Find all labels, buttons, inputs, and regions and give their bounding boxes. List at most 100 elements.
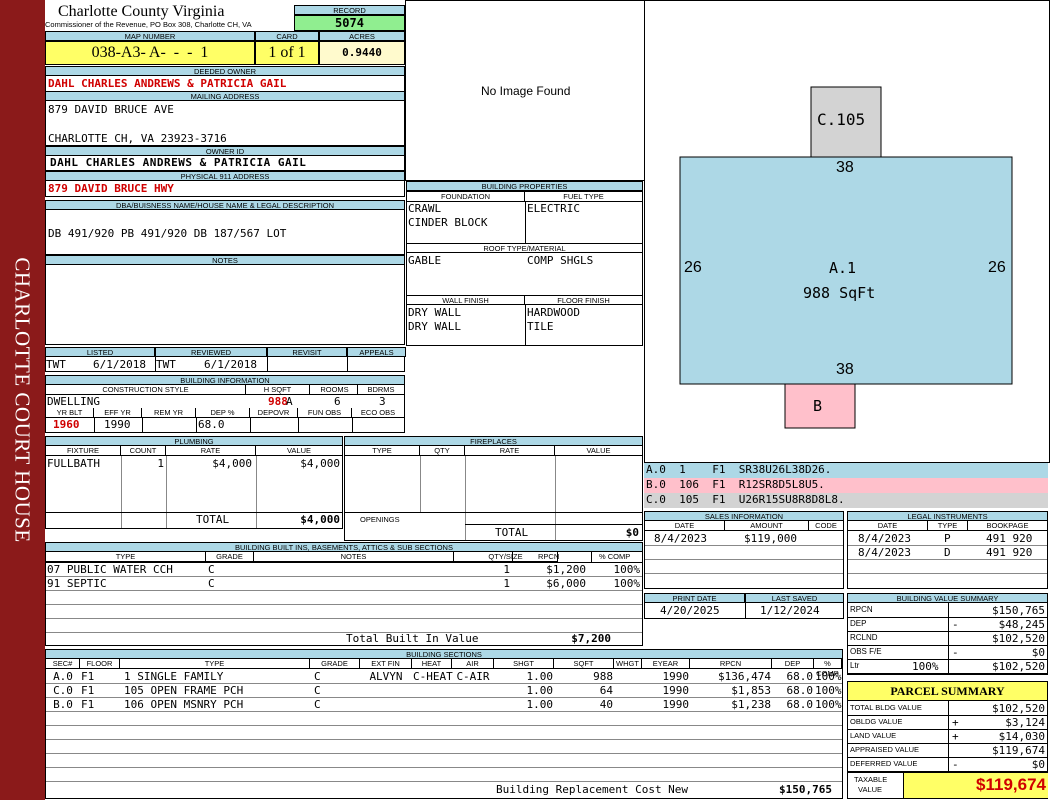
section-cell: 100% (815, 684, 842, 697)
depovr-label: DEPOVR (250, 408, 298, 418)
builtins-grade-header: GRADE (206, 552, 254, 562)
sales-code-header: CODE (809, 521, 843, 531)
record-label: RECORD (294, 5, 405, 15)
sections-total-label: Building Replacement Cost New (496, 783, 689, 796)
section-cell: $1,853 (731, 684, 771, 697)
builtins-total-label: Total Built In Value (346, 632, 479, 645)
section-cell: 40 (599, 698, 613, 711)
section-cell: C (314, 684, 321, 697)
listed-by: TWT (46, 358, 66, 371)
notes-label: NOTES (45, 255, 405, 265)
sketch-codes: A.0 1 F1 SR38U26L38D26. B.0 106 F1 R12SR… (644, 463, 1048, 509)
card-label: CARD (255, 31, 319, 41)
yrblt-value: 1960 (53, 418, 80, 431)
plumbing-fixture-header: FIXTURE (46, 446, 121, 456)
legal-description: DB 491/920 PB 491/920 DB 187/567 LOT (48, 227, 287, 240)
section-cell: 1990 (662, 684, 690, 697)
sales-amount: $119,000 (744, 532, 797, 545)
rooms-value: 6 (334, 395, 341, 408)
side-banner: CHARLOTTE COURT HOUSE (0, 0, 45, 800)
taxable-box: TAXABLE VALUE $119,674 (847, 772, 1048, 799)
sketch-c-label: C.105 (817, 110, 866, 129)
section-cell: C.0 (53, 684, 73, 697)
deeded-owner: DAHL CHARLES ANDREWS & PATRICIA GAIL (48, 77, 287, 90)
floor-finish-label: FLOOR FINISH (525, 295, 642, 305)
reviewed-date: 6/1/2018 (204, 358, 257, 371)
section-cell: 1.00 (526, 698, 554, 711)
section-header: SQFT (554, 659, 614, 669)
parcel-summary-value: $14,030 (998, 730, 1045, 743)
construction-style: DWELLING (47, 395, 100, 408)
section-header: SHGT (494, 659, 554, 669)
builtin-comp: 100% (613, 577, 641, 590)
ecoobs-label: ECO OBS (352, 408, 404, 418)
parcel-summary-key: APPRAISED VALUE (850, 745, 920, 754)
map-number: 038-A3- A- - - 1 (91, 44, 209, 61)
section-header: % COMP (814, 659, 842, 678)
roof-type: GABLE (408, 254, 442, 267)
plumbing-total-label: TOTAL (196, 513, 230, 526)
mailing-address-label: MAILING ADDRESS (45, 91, 405, 101)
section-header: DEP (772, 659, 814, 669)
parcel-summary-key: TOTAL BLDG VALUE (850, 703, 922, 712)
section-header: SEC# (46, 659, 80, 669)
value-summary-key: RPCN (850, 605, 873, 614)
builtin-comp: 100% (613, 563, 641, 576)
section-header: EYEAR (642, 659, 690, 669)
parcel-summary-value: $0 (1031, 758, 1045, 771)
fuel-type: ELECTRIC (527, 202, 580, 215)
revisit-label: REVISIT (267, 347, 347, 357)
section-cell: 64 (599, 684, 613, 697)
builtin-type: 91 SEPTIC (47, 577, 107, 590)
parcel-summary-key: LAND VALUE (850, 731, 897, 740)
taxable-label-1: TAXABLE (854, 775, 888, 784)
review-box: LISTED REVIEWED REVISIT APPEALS TWT 6/1/… (45, 347, 406, 372)
fireplaces-type-header: TYPE (345, 446, 420, 456)
taxable-value: $119,674 (976, 775, 1046, 794)
builtin-qty: 1 (503, 563, 510, 576)
physical-address-box: 879 DAVID BRUCE HWY (45, 181, 405, 197)
builtin-grade: C (208, 563, 215, 576)
physical-address: 879 DAVID BRUCE HWY (48, 182, 174, 195)
plumbing-rate-header: RATE (166, 446, 256, 456)
photo-area: No Image Found (405, 0, 645, 181)
mailing-address-box: 879 DAVID BRUCE AVE CHARLOTTE CH, VA 239… (45, 101, 405, 146)
effyr-label: EFF YR (94, 408, 142, 418)
parcel-summary-value: $102,520 (992, 702, 1045, 715)
fireplaces-total: $0 (625, 526, 639, 539)
value-summary-key: OBS F/E (850, 647, 882, 656)
plumbing-count-header: COUNT (121, 446, 166, 456)
section-cell: 68.0 (786, 684, 814, 697)
section-header: GRADE (310, 659, 360, 669)
foundation-1: CRAWL (408, 202, 442, 215)
fireplaces-rate-header: RATE (465, 446, 555, 456)
record-number: 5074 (335, 16, 364, 30)
dep-value: 68.0 (198, 418, 225, 431)
building-info-label: BUILDING INFORMATION (45, 375, 405, 385)
plumbing-label: PLUMBING (45, 436, 343, 446)
parcel-summary-box: TOTAL BLDG VALUE $102,520 OBLDG VALUE + $3,1… (847, 701, 1048, 772)
reviewed-label: REVIEWED (155, 347, 267, 357)
value-summary-key: DEP (850, 619, 867, 628)
dep-label: DEP % (196, 408, 250, 418)
section-cell: 1.00 (526, 684, 554, 697)
bdrms-value: 3 (379, 395, 386, 408)
sketch-area: C.105 38 26 26 A.1 988 SqFt 38 B (644, 0, 1050, 463)
sketch-left-dim: 26 (684, 259, 702, 276)
sections-label: BUILDING SECTIONS (45, 649, 843, 659)
section-cell: 68.0 (786, 670, 814, 683)
fireplaces-qty-header: QTY (420, 446, 465, 456)
acres-value: 0.9440 (342, 46, 382, 59)
sales-amount-header: AMOUNT (725, 521, 809, 531)
acres-box: 0.9440 (319, 41, 405, 65)
hsqft-value: 988 (268, 395, 288, 408)
builtins-notes-header: NOTES (254, 552, 454, 562)
print-date: 4/20/2025 (660, 604, 720, 617)
remyr-label: REM YR (142, 408, 196, 418)
section-cell: C-AIR (456, 670, 490, 683)
hsqft-label: H SQFT (246, 385, 310, 395)
sketch-code-c: C.0 105 F1 U26R15SU8R8D8L8. (644, 493, 1048, 508)
plumbing-count: 1 (157, 457, 164, 470)
sales-date-header: DATE (645, 521, 725, 531)
sections-total: $150,765 (779, 783, 832, 796)
